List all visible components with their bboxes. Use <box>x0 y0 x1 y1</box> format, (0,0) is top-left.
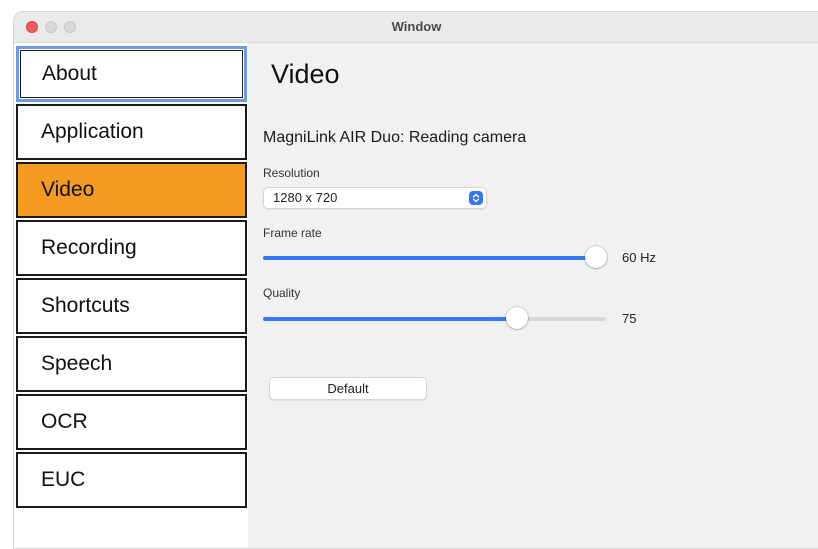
sidebar-item-ocr[interactable]: OCR <box>16 394 247 450</box>
quality-slider[interactable] <box>263 307 606 329</box>
app-window: Window About Application Video Recording… <box>13 11 818 549</box>
quality-value: 75 <box>622 311 637 326</box>
resolution-select[interactable]: 1280 x 720 <box>263 187 487 209</box>
page-title: Video <box>271 59 340 89</box>
quality-slider-thumb[interactable] <box>506 307 528 329</box>
frame-rate-slider[interactable] <box>263 246 607 268</box>
sidebar-item-video[interactable]: Video <box>16 162 247 218</box>
title-bar[interactable]: Window <box>14 12 818 43</box>
frame-rate-slider-fill <box>263 256 596 260</box>
window-title: Window <box>391 19 442 34</box>
frame-rate-value: 60 Hz <box>622 250 656 265</box>
video-settings-panel: Video MagniLink AIR Duo: Reading camera … <box>248 43 818 548</box>
frame-rate-label: Frame rate <box>263 226 322 240</box>
sidebar-item-application[interactable]: Application <box>16 104 247 160</box>
sidebar-item-about[interactable]: About <box>16 46 247 102</box>
sidebar-item-speech[interactable]: Speech <box>16 336 247 392</box>
sidebar-item-shortcuts[interactable]: Shortcuts <box>16 278 247 334</box>
frame-rate-slider-thumb[interactable] <box>585 246 607 268</box>
camera-name: MagniLink AIR Duo: Reading camera <box>263 129 527 146</box>
settings-sidebar: About Application Video Recording Shortc… <box>14 43 248 548</box>
sidebar-item-euc[interactable]: EUC <box>16 452 247 508</box>
quality-label: Quality <box>263 286 301 300</box>
chevron-up-down-icon <box>469 191 483 205</box>
resolution-label: Resolution <box>263 166 320 180</box>
resolution-value: 1280 x 720 <box>273 190 338 205</box>
sidebar-item-recording[interactable]: Recording <box>16 220 247 276</box>
quality-slider-fill <box>263 317 517 321</box>
default-button[interactable]: Default <box>269 377 427 400</box>
